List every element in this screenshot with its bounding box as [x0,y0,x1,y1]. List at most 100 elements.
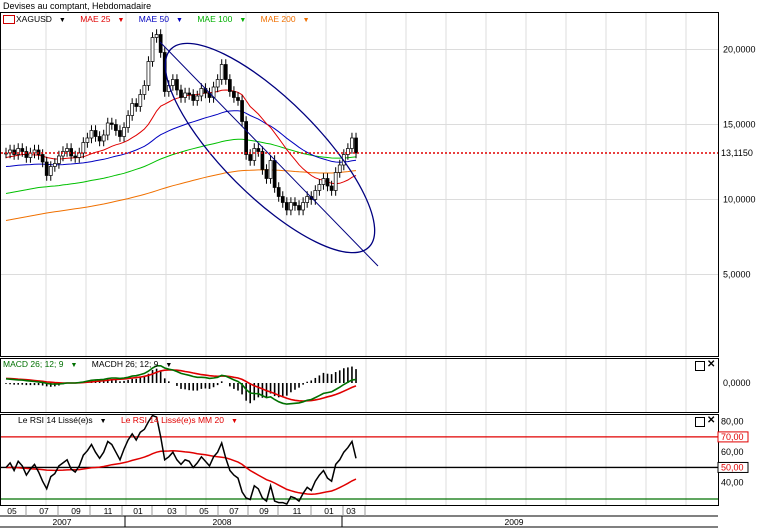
candle-body [337,164,342,173]
candle-body [187,92,191,95]
candle-body [219,64,224,80]
month-label: 09 [71,506,81,516]
candle-body [321,178,326,185]
legend-mae100[interactable]: MAE 100 ▼ [197,14,252,24]
candle-body [150,37,155,62]
last-price-label: 13,1150 [721,148,753,158]
rsi-tick-label: 40,00 [721,478,744,488]
candle-body [105,122,110,136]
candle-body [118,130,122,137]
candle-body [114,124,118,131]
rsi-panel[interactable]: 80,00 70,00 60,00 50,00 40,00 Le RSI 14 Liss… [0,414,759,506]
candle-body [240,100,244,122]
candle-body [89,130,94,139]
candle-body [134,103,139,107]
candle-body [244,121,248,155]
rsi-legend: Le RSI 14 Lissé(e)s ▼ Le RSI 14 Lissé(e)s… [18,415,250,425]
legend-mae25[interactable]: MAE 25 ▼ [80,14,130,24]
legend-rsi-ma[interactable]: Le RSI 14 Lissé(e)s MM 20 ▼ [121,415,244,425]
month-label: 07 [39,506,49,516]
candle-body [44,161,49,176]
candle-body [256,148,261,152]
dropdown-icon: ▼ [99,418,107,425]
month-label: 11 [104,506,113,516]
month-label: 07 [229,506,239,516]
price-tick-label: 10,0000 [723,195,756,205]
candle-body [146,61,151,86]
symbol-label: XAGUSD [16,14,52,24]
candle-body [248,154,253,161]
rsi-ma-line [6,449,357,496]
candle-body [236,97,240,101]
candle-body [142,85,147,95]
dropdown-icon: ▼ [176,17,183,24]
month-label: 09 [259,506,269,516]
candle-body [191,94,196,101]
candle-body [65,148,69,152]
candle-body [293,202,297,206]
candle-body [122,127,126,137]
dropdown-icon: ▼ [239,17,247,24]
dropdown-icon: ▼ [230,418,238,425]
candle-body [73,155,78,158]
candle-body [40,154,45,163]
legend-macdh[interactable]: MACDH 26; 12; 9 ▼ [92,359,179,369]
time-axis: 05 07 09 11 01 03 05 07 09 11 01 03 2007 2008 2009 [0,506,759,528]
candle-body [289,202,293,211]
candle-body [280,196,285,203]
price-panel[interactable]: 20,0000 15,0000 10,0000 5,0000 13,1150 XAGUS… [0,12,759,357]
dropdown-icon: ▼ [165,362,173,369]
mae25-line [5,89,357,185]
legend-rsi[interactable]: Le RSI 14 Lissé(e)s ▼ [18,415,113,425]
year-label: 2009 [505,517,524,527]
price-chart[interactable]: 20,0000 15,0000 10,0000 5,0000 13,1150 [0,12,759,357]
candle-body [232,91,236,98]
legend-mae50[interactable]: MAE 50 ▼ [139,14,189,24]
candle-body [272,160,277,188]
rsi-tick-label: 50,00 [721,462,744,472]
candle-body [171,79,175,86]
candle-body [101,134,106,142]
maximize-panel-button[interactable] [695,361,705,371]
candle-body [313,190,318,200]
candle-body [154,34,159,38]
candle-body [199,88,204,97]
chart-title: Devises au comptant, Hebdomadaire [3,1,152,11]
month-label: 01 [324,506,334,516]
candle-body [268,160,273,179]
candle-body [329,185,334,191]
candle-body [325,178,330,187]
candle-body [317,184,322,191]
candle-body [52,163,57,167]
candle-body [301,202,305,211]
legend-macd[interactable]: MACD 26; 12; 9 ▼ [3,359,83,369]
macd-legend: MACD 26; 12; 9 ▼ MACDH 26; 12; 9 ▼ [3,359,184,369]
macd-panel[interactable]: 0,0000 MACD 26; 12; 9 ▼ MACDH 26; 12; 9 ▼ … [0,358,759,413]
month-label: 03 [167,506,177,516]
macd-tick-label: 0,0000 [723,378,751,388]
candle-body [195,95,200,101]
close-panel-icon[interactable]: ✕ [707,416,715,426]
month-label: 05 [7,506,17,516]
candle-body [81,142,86,154]
candle-body [97,136,102,142]
candle-body [20,148,25,152]
dropdown-icon: ▼ [58,17,66,24]
dropdown-icon: ▼ [302,17,310,24]
candle-body [264,169,269,179]
rsi-tick-label: 80,00 [721,417,744,427]
year-label: 2008 [213,517,232,527]
maximize-panel-button[interactable] [695,417,705,427]
rsi-chart[interactable]: 80,00 70,00 60,00 50,00 40,00 [0,414,759,506]
candle-body [85,137,90,143]
close-panel-icon[interactable]: ✕ [707,360,715,370]
symbol-selector[interactable]: XAGUSD ▼ [3,14,72,25]
candle-body [297,205,301,211]
candle-body [48,166,53,176]
legend-mae200[interactable]: MAE 200 ▼ [261,14,316,24]
candle-body [354,137,358,154]
candle-body [109,122,114,125]
annotation-line [159,41,379,267]
month-label: 05 [199,506,209,516]
price-tick-label: 20,0000 [723,45,756,55]
